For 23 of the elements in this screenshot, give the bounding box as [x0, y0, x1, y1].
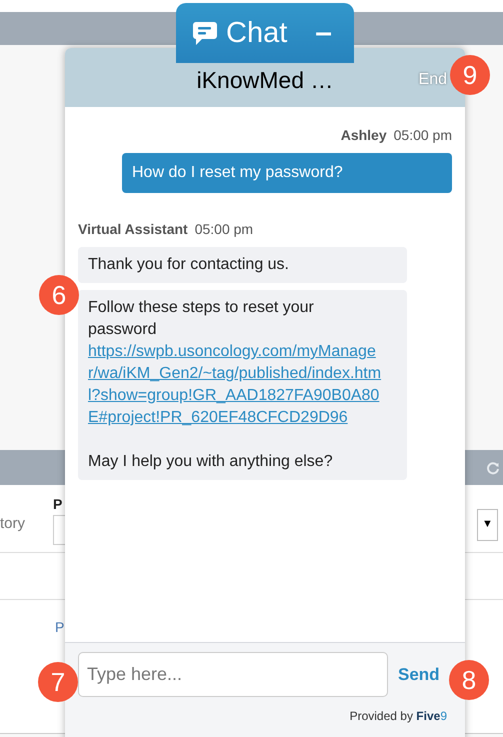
- message-input[interactable]: Type here...: [78, 652, 388, 697]
- dropdown-button[interactable]: ▼: [477, 508, 498, 540]
- message-time: 05:00 pm: [194, 220, 254, 239]
- field-label: tory: [0, 514, 26, 534]
- reset-link[interactable]: https://swpb.usoncology.com/myManager/wa/iKM_Gen2/~tag/published/index.html?show=group!GR_AAD1827FA90B0A80E#project!PR_620EF48CFCD29D96: [88, 341, 385, 429]
- message-time: 05:00 pm: [394, 126, 452, 145]
- chat-title: Chat: [226, 18, 288, 48]
- field-label: P: [53, 495, 64, 514]
- sender-name: Virtual Assistant: [78, 220, 188, 239]
- send-button[interactable]: Send: [398, 662, 440, 688]
- message-text: Thank you for contacting us.: [88, 255, 290, 275]
- refresh-icon[interactable]: [486, 460, 500, 474]
- chat-tab[interactable]: Chat –: [176, 3, 354, 63]
- five9-logo: Five9: [416, 708, 447, 725]
- message-text: Follow these steps to reset your password: [88, 298, 315, 340]
- provided-by-text: Provided by: [350, 708, 414, 725]
- minimize-button[interactable]: –: [315, 18, 332, 48]
- message-text: How do I reset my password?: [132, 164, 343, 181]
- chat-header-title: iKnowMed …: [196, 66, 334, 94]
- message-text: May I help you with anything else?: [88, 452, 334, 472]
- chat-bubble-icon: [192, 20, 218, 46]
- column-header: P: [55, 619, 64, 635]
- sender-name: Ashley: [340, 126, 387, 145]
